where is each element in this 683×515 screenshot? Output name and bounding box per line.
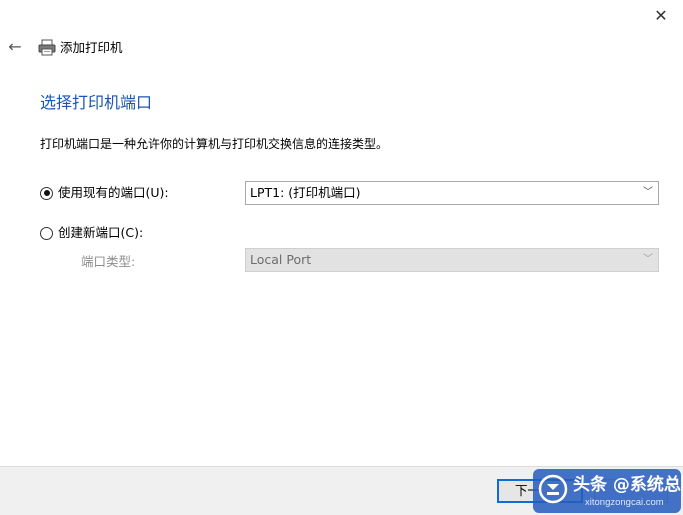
close-icon[interactable]: ✕	[648, 4, 674, 28]
create-new-port-label: 创建新端口(C):	[58, 225, 144, 240]
port-type-value: Local Port	[250, 252, 312, 267]
add-printer-dialog: ✕ ← 添加打印机 选择打印机端口 打印机端口是一种允许你的计算机与打印机交换信…	[0, 0, 683, 515]
page-heading: 选择打印机端口	[40, 93, 153, 112]
existing-port-value: LPT1: (打印机端口)	[250, 185, 361, 200]
watermark-logo-icon	[538, 474, 568, 504]
port-type-label: 端口类型:	[81, 254, 136, 269]
use-existing-port-radio[interactable]	[40, 186, 53, 200]
existing-port-select[interactable]: LPT1: (打印机端口) ﹀	[245, 181, 659, 205]
page-description: 打印机端口是一种允许你的计算机与打印机交换信息的连接类型。	[40, 137, 389, 151]
use-existing-port-option[interactable]: 使用现有的端口(U):	[40, 183, 169, 203]
printer-icon	[38, 39, 56, 56]
back-arrow-icon[interactable]: ←	[4, 36, 26, 58]
create-new-port-option[interactable]: 创建新端口(C):	[40, 223, 143, 243]
watermark-text: 头条 @系统总裁	[573, 475, 683, 495]
create-new-port-radio[interactable]	[40, 226, 53, 240]
port-type-select: Local Port ﹀	[245, 248, 659, 272]
use-existing-port-label: 使用现有的端口(U):	[58, 185, 169, 200]
chevron-down-icon: ﹀	[643, 187, 653, 198]
watermark-subtext: xitongzongcai.com	[585, 497, 664, 508]
watermark-overlay: 头条 @系统总裁 xitongzongcai.com	[533, 469, 683, 513]
window-title: 添加打印机	[60, 40, 123, 55]
chevron-down-icon: ﹀	[643, 254, 653, 265]
